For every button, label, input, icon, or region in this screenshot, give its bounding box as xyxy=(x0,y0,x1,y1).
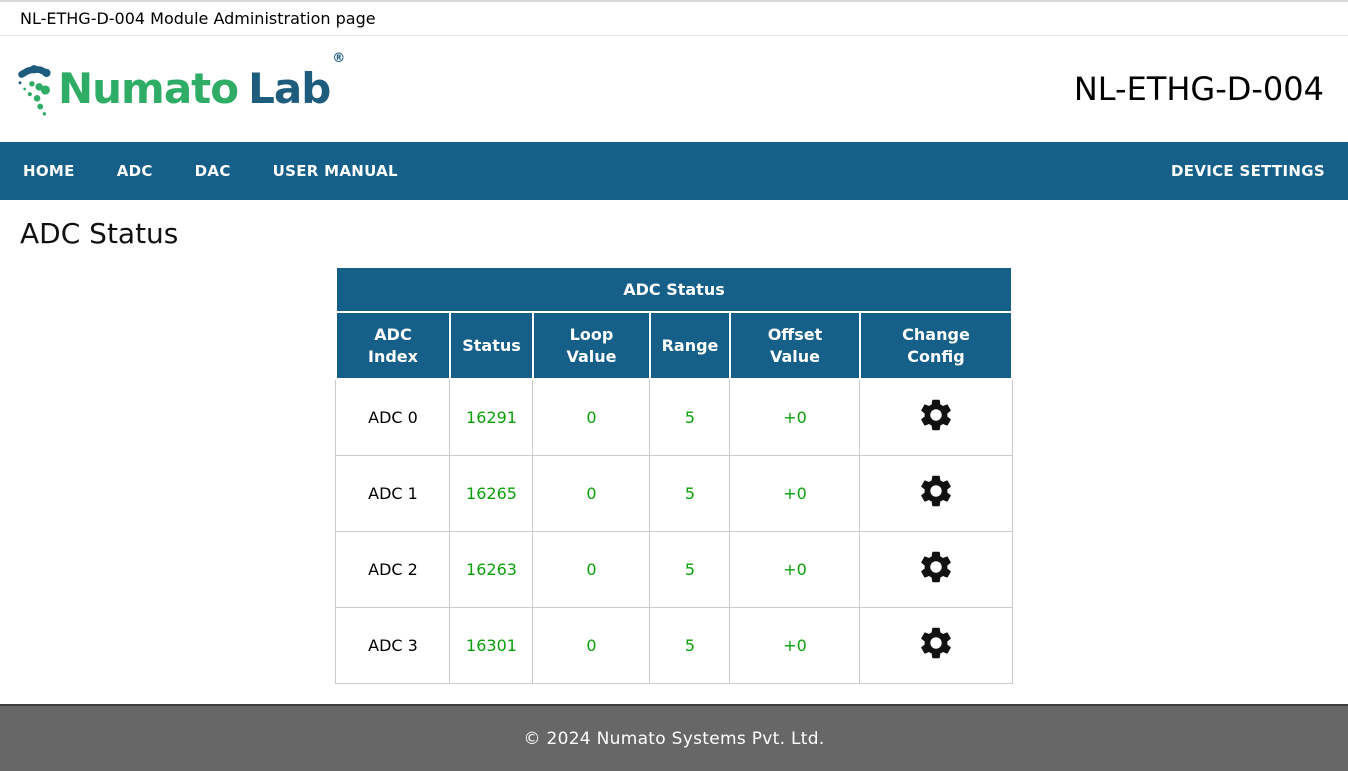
gear-icon xyxy=(917,624,955,662)
adc-index-cell: ADC 2 xyxy=(336,531,450,607)
offset-value-cell: +0 xyxy=(730,607,860,683)
table-header-row: ADC Index Status Loop Value Range Offset… xyxy=(336,312,1012,379)
gear-icon xyxy=(917,396,955,434)
device-name-heading: NL-ETHG-D-004 xyxy=(1074,70,1324,108)
nav-item-adc[interactable]: ADC xyxy=(117,162,153,180)
table-title: ADC Status xyxy=(336,267,1012,312)
numato-dots-icon xyxy=(16,61,52,123)
page-title-text: NL-ETHG-D-004 Module Administration page xyxy=(20,9,376,28)
change-config-button[interactable] xyxy=(917,472,955,510)
loop-value-cell: 0 xyxy=(533,531,650,607)
adc-index-cell: ADC 3 xyxy=(336,607,450,683)
range-value-cell: 5 xyxy=(650,379,730,455)
col-header-loop-value: Loop Value xyxy=(533,312,650,379)
numato-lab-logo: NumatoLab® xyxy=(16,55,342,123)
status-value-cell: 16263 xyxy=(450,531,533,607)
offset-value-cell: +0 xyxy=(730,455,860,531)
change-config-button[interactable] xyxy=(917,396,955,434)
range-value-cell: 5 xyxy=(650,455,730,531)
col-header-range: Range xyxy=(650,312,730,379)
header: NumatoLab® NL-ETHG-D-004 xyxy=(0,36,1348,142)
offset-value-cell: +0 xyxy=(730,379,860,455)
table-row: ADC 1 16265 0 5 +0 xyxy=(336,455,1012,531)
status-value-cell: 16265 xyxy=(450,455,533,531)
range-value-cell: 5 xyxy=(650,607,730,683)
change-config-cell xyxy=(860,607,1012,683)
table-row: ADC 3 16301 0 5 +0 xyxy=(336,607,1012,683)
change-config-button[interactable] xyxy=(917,624,955,662)
footer: © 2024 Numato Systems Pvt. Ltd. xyxy=(0,704,1348,771)
registered-trademark-symbol: ® xyxy=(332,51,344,66)
logo-text-numato: Numato xyxy=(58,64,238,113)
change-config-cell xyxy=(860,379,1012,455)
col-header-change-config: Change Config xyxy=(860,312,1012,379)
adc-index-cell: ADC 0 xyxy=(336,379,450,455)
page-heading: ADC Status xyxy=(20,217,1348,250)
nav-item-device-settings[interactable]: DEVICE SETTINGS xyxy=(1171,162,1325,180)
logo-wordmark[interactable]: NumatoLab® xyxy=(58,68,342,110)
change-config-button[interactable] xyxy=(917,548,955,586)
status-value-cell: 16291 xyxy=(450,379,533,455)
table-row: ADC 0 16291 0 5 +0 xyxy=(336,379,1012,455)
gear-icon xyxy=(917,548,955,586)
adc-index-cell: ADC 1 xyxy=(336,455,450,531)
logo-text-lab: Lab xyxy=(248,64,330,113)
copyright-text: © 2024 Numato Systems Pvt. Ltd. xyxy=(523,729,824,749)
main-content: ADC Status ADC Status ADC Index Status L… xyxy=(0,200,1348,704)
col-header-offset-value: Offset Value xyxy=(730,312,860,379)
adc-status-table: ADC Status ADC Index Status Loop Value R… xyxy=(335,266,1013,684)
offset-value-cell: +0 xyxy=(730,531,860,607)
nav-item-user-manual[interactable]: USER MANUAL xyxy=(273,162,398,180)
col-header-adc-index: ADC Index xyxy=(336,312,450,379)
gear-icon xyxy=(917,472,955,510)
loop-value-cell: 0 xyxy=(533,455,650,531)
change-config-cell xyxy=(860,455,1012,531)
table-row: ADC 2 16263 0 5 +0 xyxy=(336,531,1012,607)
range-value-cell: 5 xyxy=(650,531,730,607)
page-title-bar: NL-ETHG-D-004 Module Administration page xyxy=(0,2,1348,36)
nav-item-dac[interactable]: DAC xyxy=(195,162,231,180)
main-nav: HOME ADC DAC USER MANUAL DEVICE SETTINGS xyxy=(0,142,1348,200)
status-value-cell: 16301 xyxy=(450,607,533,683)
change-config-cell xyxy=(860,531,1012,607)
col-header-status: Status xyxy=(450,312,533,379)
nav-item-home[interactable]: HOME xyxy=(23,162,75,180)
loop-value-cell: 0 xyxy=(533,607,650,683)
loop-value-cell: 0 xyxy=(533,379,650,455)
table-title-row: ADC Status xyxy=(336,267,1012,312)
